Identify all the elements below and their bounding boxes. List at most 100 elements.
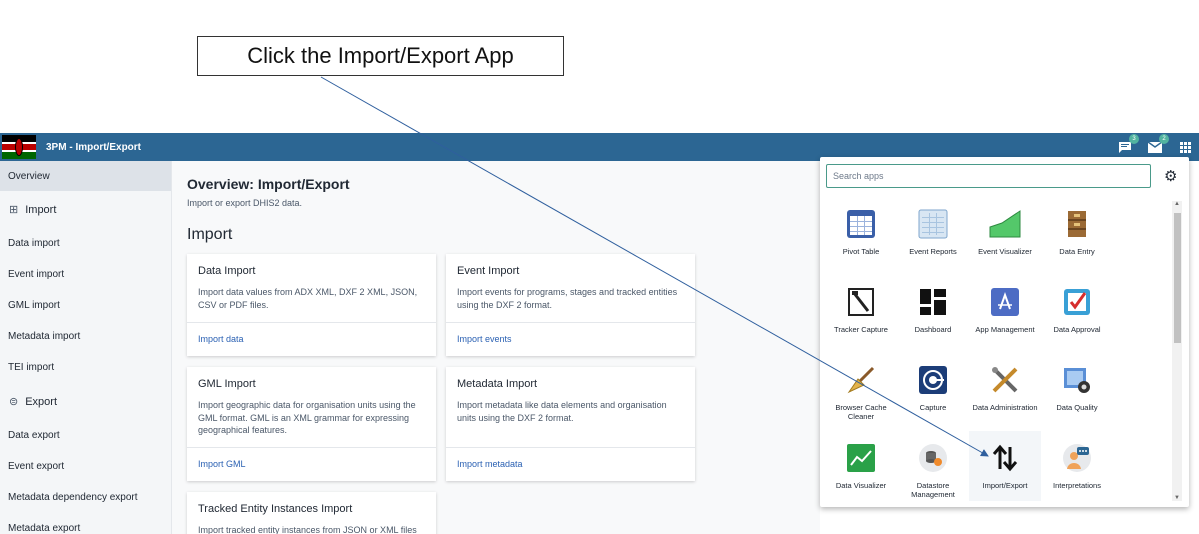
sidebar-item-data-export[interactable]: Data export xyxy=(0,420,171,451)
sidebar-section-export: ⊜ Export xyxy=(0,383,171,420)
card-title: Data Import xyxy=(198,265,256,277)
app-label: Data Entry xyxy=(1059,247,1095,256)
main-content: Overview: Import/Export Import or export… xyxy=(172,161,820,534)
app-event-reports[interactable]: Event Reports xyxy=(897,197,969,256)
kenya-flag-logo xyxy=(2,135,36,159)
sidebar-item-tei-import[interactable]: TEI import xyxy=(0,352,171,383)
instruction-callout: Click the Import/Export App xyxy=(197,36,564,76)
page-title: Overview: Import/Export xyxy=(187,176,350,192)
apps-grid-icon[interactable] xyxy=(1177,139,1193,155)
scroll-down-icon[interactable]: ▼ xyxy=(1173,495,1181,501)
interpretations-icon xyxy=(1060,441,1094,475)
sidebar-section-label: Import xyxy=(25,203,57,216)
screenshot-root: Click the Import/Export App 3PM - Import… xyxy=(0,0,1199,534)
card-description: Import data values from ADX XML, DXF 2 X… xyxy=(198,287,418,310)
messages-badge: 3 xyxy=(1129,134,1139,144)
data-approval-icon xyxy=(1060,285,1094,319)
pivot-table-icon xyxy=(844,207,878,241)
section-title: Import xyxy=(187,226,233,243)
data-entry-icon xyxy=(1060,207,1094,241)
app-label: Pivot Table xyxy=(842,247,880,256)
card-title: Tracked Entity Instances Import xyxy=(198,503,353,515)
datastore-management-icon xyxy=(916,441,950,475)
page-subtitle: Import or export DHIS2 data. xyxy=(187,198,303,208)
import-export-icon xyxy=(988,441,1022,475)
app-data-visualizer[interactable]: Data Visualizer xyxy=(825,431,897,490)
import-icon: ⊞ xyxy=(9,204,19,216)
event-reports-icon xyxy=(916,207,950,241)
search-apps-input[interactable]: Search apps xyxy=(826,164,1151,188)
app-import-export[interactable]: Import/Export xyxy=(969,431,1041,501)
app-label: App Management xyxy=(975,325,1035,334)
app-browser-cache-cleaner[interactable]: Browser Cache Cleaner xyxy=(825,353,897,421)
app-pivot-table[interactable]: Pivot Table xyxy=(825,197,897,256)
app-label: Data Administration xyxy=(972,403,1038,412)
export-icon: ⊜ xyxy=(9,396,19,408)
apps-grid: Pivot Table Event Reports Event Visualiz… xyxy=(820,197,1172,502)
app-tracker-capture[interactable]: Tracker Capture xyxy=(825,275,897,334)
tracker-capture-icon xyxy=(844,285,878,319)
app-label: Capture xyxy=(919,403,947,412)
card-description: Import tracked entity instances from JSO… xyxy=(198,525,417,534)
app-label: Data Visualizer xyxy=(835,481,887,490)
sidebar-item-gml-import[interactable]: GML import xyxy=(0,290,171,321)
event-visualizer-icon xyxy=(988,207,1022,241)
card-description: Import events for programs, stages and t… xyxy=(457,287,678,310)
card-title: GML Import xyxy=(198,378,256,390)
sidebar-item-data-import[interactable]: Data import xyxy=(0,228,171,259)
app-data-administration[interactable]: Data Administration xyxy=(969,353,1041,412)
sidebar-section-label: Export xyxy=(25,395,58,408)
sidebar-item-event-import[interactable]: Event import xyxy=(0,259,171,290)
capture-icon xyxy=(916,363,950,397)
dashboard-icon xyxy=(916,285,950,319)
card-metadata-import: Metadata Import Import metadata like dat… xyxy=(446,367,695,481)
app-data-entry[interactable]: Data Entry xyxy=(1041,197,1113,256)
browser-cache-cleaner-icon xyxy=(844,363,878,397)
card-title: Event Import xyxy=(457,265,520,277)
apps-menu-panel: Search apps ⚙ Pivot Table Event Reports xyxy=(820,157,1189,507)
sidebar-item-metadata-dependency-export[interactable]: Metadata dependency export xyxy=(0,482,171,513)
gear-icon[interactable]: ⚙ xyxy=(1164,167,1177,185)
sidebar-item-event-export[interactable]: Event export xyxy=(0,451,171,482)
import-gml-link[interactable]: Import GML xyxy=(198,459,246,469)
sidebar-item-metadata-export[interactable]: Metadata export xyxy=(0,513,171,534)
app-label: Datastore Management xyxy=(911,481,955,499)
sidebar-item-overview[interactable]: Overview xyxy=(0,161,171,191)
sidebar-section-import: ⊞ Import xyxy=(0,191,171,228)
app-label: Event Visualizer xyxy=(978,247,1032,256)
import-metadata-link[interactable]: Import metadata xyxy=(457,459,523,469)
message-icon[interactable]: 3 xyxy=(1117,134,1139,155)
app-event-visualizer[interactable]: Event Visualizer xyxy=(969,197,1041,256)
app-app-management[interactable]: App Management xyxy=(969,275,1041,334)
app-label: Import/Export xyxy=(982,481,1028,490)
import-events-link[interactable]: Import events xyxy=(457,334,512,344)
app-data-approval[interactable]: Data Approval xyxy=(1041,275,1113,334)
app-data-quality[interactable]: Data Quality xyxy=(1041,353,1113,412)
app-label: Browser Cache Cleaner xyxy=(835,403,887,421)
app-label: Data Quality xyxy=(1056,403,1098,412)
app-label: Event Reports xyxy=(909,247,957,256)
scroll-thumb[interactable] xyxy=(1174,213,1181,343)
app-label: Data Approval xyxy=(1053,325,1101,334)
app-dashboard[interactable]: Dashboard xyxy=(897,275,969,334)
import-data-link[interactable]: Import data xyxy=(198,334,244,344)
data-quality-icon xyxy=(1060,363,1094,397)
scroll-up-icon[interactable]: ▲ xyxy=(1173,201,1181,207)
card-data-import: Data Import Import data values from ADX … xyxy=(187,254,436,356)
app-management-icon xyxy=(988,285,1022,319)
data-visualizer-icon xyxy=(844,441,878,475)
sidebar: Overview ⊞ Import Data import Event impo… xyxy=(0,161,172,534)
app-title: 3PM - Import/Export xyxy=(46,141,142,153)
card-tei-import: Tracked Entity Instances Import Import t… xyxy=(187,492,436,534)
app-label: Tracker Capture xyxy=(834,325,888,334)
mail-badge: 2 xyxy=(1159,134,1169,144)
card-title: Metadata Import xyxy=(457,378,538,390)
sidebar-item-metadata-import[interactable]: Metadata import xyxy=(0,321,171,352)
apps-scrollbar[interactable]: ▲ ▼ xyxy=(1172,201,1182,501)
app-datastore-management[interactable]: Datastore Management xyxy=(897,431,969,499)
app-capture[interactable]: Capture xyxy=(897,353,969,412)
app-label: Interpretations xyxy=(1053,481,1101,490)
card-description: Import geographic data for organisation … xyxy=(198,400,416,435)
app-interpretations[interactable]: Interpretations xyxy=(1041,431,1113,490)
mail-icon[interactable]: 2 xyxy=(1147,134,1169,155)
